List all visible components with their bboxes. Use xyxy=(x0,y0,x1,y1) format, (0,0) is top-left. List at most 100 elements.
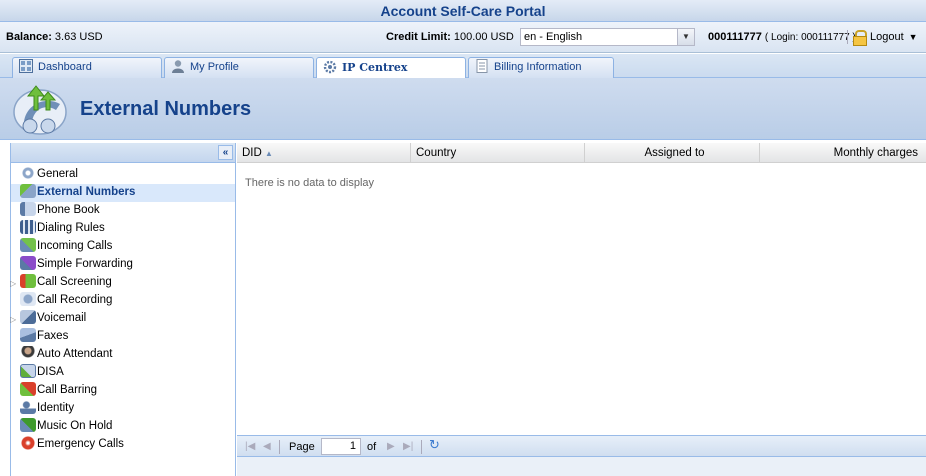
dialing-rules-icon xyxy=(20,220,36,234)
user-icon xyxy=(172,60,184,73)
empty-message: There is no data to display xyxy=(245,177,375,189)
sidebar-item-voicemail[interactable]: ▷ Voicemail xyxy=(10,310,235,328)
sidebar-item-dialing-rules[interactable]: Dialing Rules xyxy=(11,220,235,238)
main-tabs: Dashboard My Profile IP Centrex Billing … xyxy=(0,54,926,79)
language-select[interactable]: en - English ▼ xyxy=(520,28,695,46)
sidebar-item-faxes[interactable]: Faxes xyxy=(11,328,235,346)
column-header-assigned-to[interactable]: Assigned to xyxy=(585,143,760,163)
sidebar-item-identity[interactable]: Identity xyxy=(11,400,235,418)
sidebar-item-label: Auto Attendant xyxy=(37,348,113,360)
sidebar-item-call-barring[interactable]: Call Barring xyxy=(11,382,235,400)
credit-limit-label: Credit Limit: xyxy=(386,31,451,43)
credit-limit: Credit Limit: 100.00 USD xyxy=(386,31,514,43)
sidebar-item-auto-attendant[interactable]: Auto Attendant xyxy=(11,346,235,364)
column-label: Assigned to xyxy=(644,147,705,159)
fax-icon xyxy=(20,328,36,342)
forwarding-icon xyxy=(20,256,36,270)
sidebar-nav: General External Numbers Phone Book Dial… xyxy=(10,163,235,454)
sidebar-item-call-recording[interactable]: Call Recording xyxy=(11,292,235,310)
expand-icon[interactable]: ▷ xyxy=(10,275,16,292)
sidebar-item-phone-book[interactable]: Phone Book xyxy=(11,202,235,220)
sidebar-header: « xyxy=(11,143,235,163)
tab-my-profile-label: My Profile xyxy=(190,61,239,73)
grid-header: DID ▲ Country Assigned to Monthly charge… xyxy=(237,143,926,163)
page-number-input[interactable]: 1 xyxy=(321,438,361,455)
sidebar-item-external-numbers[interactable]: External Numbers xyxy=(11,184,235,202)
sidebar-item-call-screening[interactable]: ▷ Call Screening xyxy=(10,274,235,292)
tab-my-profile[interactable]: My Profile xyxy=(164,57,314,78)
sidebar-item-disa[interactable]: DISA xyxy=(11,364,235,382)
sidebar-item-label: Voicemail xyxy=(37,312,87,324)
logout-label: Logout xyxy=(870,31,904,43)
sidebar-item-emergency-calls[interactable]: Emergency Calls xyxy=(11,436,235,454)
column-label: DID xyxy=(242,147,262,159)
balance-value: 3.63 USD xyxy=(54,31,103,43)
sidebar-item-label: External Numbers xyxy=(37,186,136,198)
sidebar-item-label: DISA xyxy=(37,366,64,378)
external-numbers-icon xyxy=(20,184,36,198)
sidebar-item-general[interactable]: General xyxy=(11,166,235,184)
column-label: Country xyxy=(416,147,457,159)
gear-icon xyxy=(323,60,337,74)
separator xyxy=(421,440,422,454)
language-value: en - English xyxy=(524,31,583,43)
column-header-country[interactable]: Country xyxy=(411,143,585,163)
phone-book-icon xyxy=(20,202,36,216)
disa-icon xyxy=(20,364,36,378)
account-number: 000111777 xyxy=(708,31,762,43)
column-header-monthly-charges[interactable]: Monthly charges xyxy=(760,143,926,163)
separator xyxy=(279,440,280,454)
sidebar-item-label: Call Barring xyxy=(37,384,98,396)
collapse-icon[interactable]: « xyxy=(218,145,233,160)
sidebar-item-label: Identity xyxy=(37,402,75,414)
sidebar-item-label: Emergency Calls xyxy=(37,438,124,450)
first-page-icon[interactable]: |◀ xyxy=(245,440,255,454)
dashboard-icon xyxy=(19,59,33,73)
page-title: External Numbers xyxy=(80,98,252,120)
lock-icon xyxy=(852,30,867,47)
sidebar-item-label: Call Recording xyxy=(37,294,113,306)
emergency-icon xyxy=(20,436,36,450)
sidebar-item-incoming-calls[interactable]: Incoming Calls xyxy=(11,238,235,256)
refresh-icon[interactable]: ↻ xyxy=(429,438,440,452)
auto-attendant-icon xyxy=(20,346,36,360)
call-recording-icon xyxy=(20,292,36,306)
pagination-toolbar: |◀ ◀ Page 1 of ▶ ▶| ↻ xyxy=(237,435,926,457)
tab-ip-centrex[interactable]: IP Centrex xyxy=(316,57,466,79)
external-numbers-grid: DID ▲ Country Assigned to Monthly charge… xyxy=(237,143,926,476)
sidebar-item-label: Dialing Rules xyxy=(37,222,105,234)
next-page-icon[interactable]: ▶ xyxy=(387,440,395,454)
sidebar-item-label: Incoming Calls xyxy=(37,240,113,252)
tab-dashboard-label: Dashboard xyxy=(38,61,92,73)
column-label: Monthly charges xyxy=(833,147,918,159)
sidebar-item-label: Phone Book xyxy=(37,204,100,216)
sidebar-item-label: Faxes xyxy=(37,330,69,342)
expand-icon[interactable]: ▷ xyxy=(10,311,16,328)
sidebar: « General External Numbers Phone Book Di… xyxy=(10,143,236,476)
tab-billing-information[interactable]: Billing Information xyxy=(468,57,614,78)
credit-limit-value: 100.00 USD xyxy=(453,31,514,43)
sidebar-item-simple-forwarding[interactable]: Simple Forwarding xyxy=(11,256,235,274)
sidebar-item-label: Music On Hold xyxy=(37,420,113,432)
prev-page-icon[interactable]: ◀ xyxy=(263,440,271,454)
last-page-icon[interactable]: ▶| xyxy=(403,440,413,454)
sidebar-item-label: Call Screening xyxy=(37,276,112,288)
logout-button[interactable]: Logout ▼ xyxy=(852,27,918,47)
login-prefix: ( Login: xyxy=(764,32,802,43)
chevron-down-icon[interactable]: ▼ xyxy=(909,32,918,42)
chevron-down-icon[interactable]: ▼ xyxy=(677,29,694,45)
document-icon xyxy=(476,59,488,73)
music-icon xyxy=(20,418,36,432)
separator xyxy=(847,30,848,44)
balance-label: Balance: xyxy=(6,31,52,43)
tab-dashboard[interactable]: Dashboard xyxy=(12,57,162,78)
account-id: 000111777 ( Login: 000111777 ) xyxy=(708,31,856,43)
sidebar-item-music-on-hold[interactable]: Music On Hold xyxy=(11,418,235,436)
page-label: Page xyxy=(289,441,315,453)
of-label: of xyxy=(367,441,377,453)
sidebar-item-label: Simple Forwarding xyxy=(37,258,133,270)
page-header: External Numbers xyxy=(0,78,926,140)
column-header-did[interactable]: DID ▲ xyxy=(237,143,411,163)
identity-icon xyxy=(20,400,36,414)
incoming-calls-icon xyxy=(20,238,36,252)
